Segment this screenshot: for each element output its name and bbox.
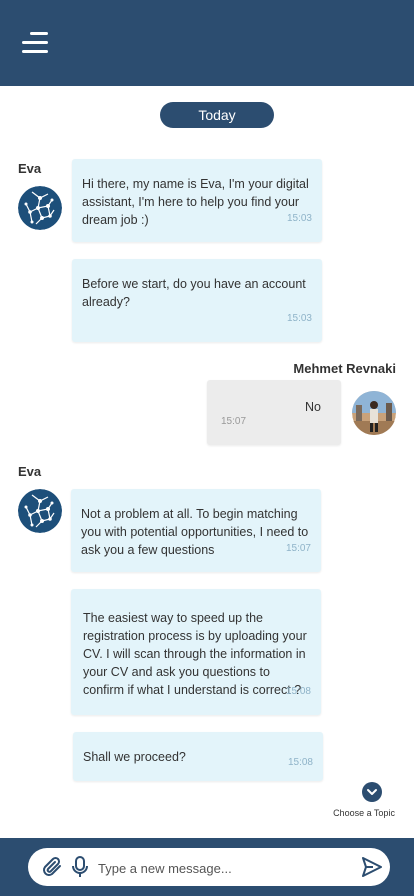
choose-topic-label: Choose a Topic — [333, 808, 395, 818]
message-text: Not a problem at all. To begin matching … — [81, 507, 309, 557]
date-divider: Today — [160, 102, 274, 128]
chevron-down-icon — [367, 789, 377, 795]
bot-message-bubble: Shall we proceed? 15:08 — [73, 732, 323, 781]
message-text: No — [305, 400, 321, 414]
message-time: 15:03 — [286, 313, 312, 324]
message-time: 15:03 — [286, 213, 312, 224]
sender-name: Mehmet Revnaki — [293, 361, 396, 376]
bot-avatar — [18, 489, 62, 533]
bot-message-bubble: The easiest way to speed up the registra… — [71, 589, 321, 715]
message-text: Hi there, my name is Eva, I'm your digit… — [82, 177, 309, 227]
bot-message-bubble: Before we start, do you have an account … — [72, 259, 322, 342]
user-avatar — [352, 391, 396, 435]
message-input[interactable] — [96, 850, 348, 886]
message-text: Shall we proceed? — [83, 750, 186, 764]
microphone-icon[interactable] — [70, 855, 90, 879]
choose-topic-button[interactable] — [362, 782, 382, 802]
user-message-bubble: No 15:07 — [207, 380, 341, 445]
attachment-icon[interactable] — [40, 855, 64, 879]
message-text: Before we start, do you have an account … — [82, 277, 306, 309]
app-header — [0, 0, 414, 86]
bot-message-bubble: Hi there, my name is Eva, I'm your digit… — [72, 159, 322, 242]
message-time: 15:08 — [287, 757, 313, 768]
bot-message-bubble: Not a problem at all. To begin matching … — [71, 489, 321, 572]
sender-name: Eva — [18, 161, 42, 176]
send-icon[interactable] — [360, 855, 384, 879]
message-text: The easiest way to speed up the registra… — [83, 611, 307, 697]
sender-name: Eva — [18, 464, 42, 479]
bot-avatar — [18, 186, 62, 230]
message-time: 15:07 — [285, 543, 311, 554]
hamburger-menu-icon[interactable] — [22, 30, 48, 56]
message-time: 15:08 — [285, 686, 311, 697]
message-time: 15:07 — [221, 416, 247, 427]
